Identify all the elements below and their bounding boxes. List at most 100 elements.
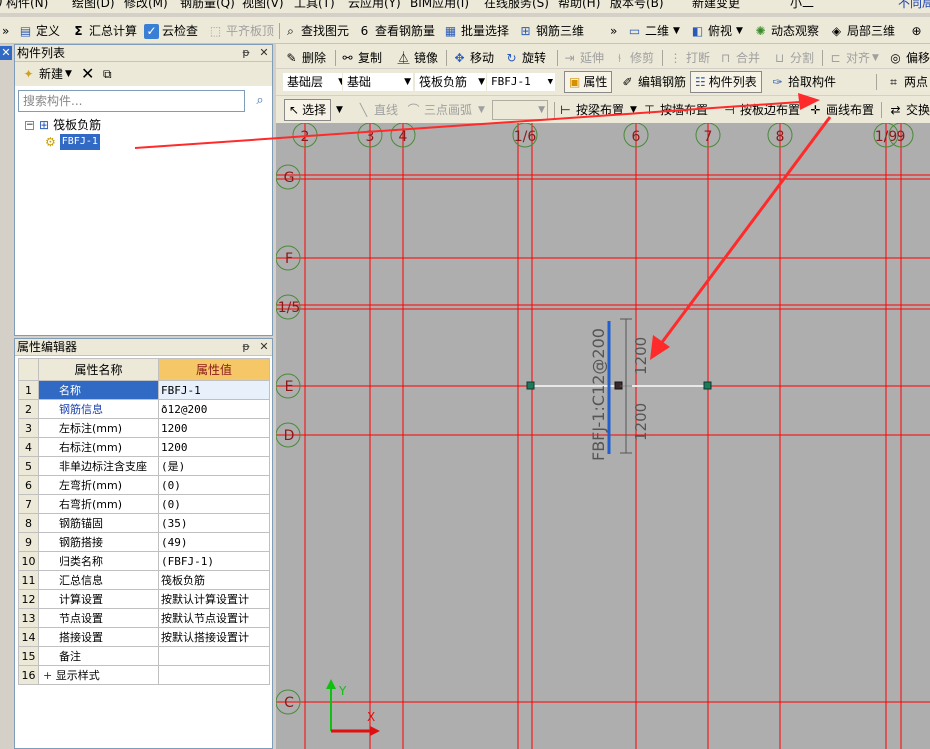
tree-node-fbfj1[interactable]: ⚙ FBFJ-1 — [45, 134, 100, 150]
property-row[interactable]: 10 归类名称 (FBFJ-1) — [18, 551, 270, 571]
menu-rebar[interactable]: 钢筋量(Q) — [180, 0, 235, 11]
two-point-button[interactable]: ⌗ 两点 — [886, 72, 928, 92]
by-slab-edge-button[interactable]: ⊣ 按板边布置 — [722, 100, 800, 120]
mirror-button[interactable]: ⏅ 镜像 — [396, 48, 438, 68]
property-value[interactable]: (49) — [158, 532, 270, 552]
by-wall-button[interactable]: ⊤ 按墙布置 — [642, 100, 708, 120]
property-value[interactable]: (0) — [158, 494, 270, 514]
merge-button[interactable]: ⊓ 合并 — [718, 48, 760, 68]
select-dropdown[interactable]: ▼ — [336, 100, 343, 120]
local-3d-button[interactable]: ◈ 局部三维 — [829, 21, 895, 41]
arc-dropdown[interactable]: ⌒ 三点画弧 ▼ — [406, 100, 484, 120]
property-value[interactable] — [158, 646, 270, 666]
edit-rebar-button[interactable]: ✐ 编辑钢筋 — [620, 72, 686, 92]
property-row[interactable]: 8 钢筋锚固 (35) — [18, 513, 270, 533]
delete-icon[interactable]: ✕ — [81, 64, 94, 84]
draw-line-button[interactable]: ✛ 画线布置 — [808, 100, 874, 120]
toolbar-chevron-2[interactable]: » — [610, 21, 617, 41]
property-value[interactable] — [158, 665, 270, 685]
move-button[interactable]: ✥ 移动 — [452, 48, 494, 68]
property-row[interactable]: 1 名称 FBFJ-1 — [18, 380, 270, 400]
copy-icon[interactable]: ⧉ — [103, 64, 112, 84]
new-component-button[interactable]: ✦ 新建 ▼ — [21, 64, 71, 84]
property-value[interactable]: ð12@200 — [158, 399, 270, 419]
search-icon[interactable]: ⌕ — [249, 90, 271, 112]
copy-button[interactable]: ⚯ 复制 — [340, 48, 382, 68]
property-value[interactable]: 按默认节点设置计 — [158, 608, 270, 628]
menu-new-change[interactable]: 新建变更 — [692, 0, 740, 11]
menu-diff[interactable]: 不同局 — [898, 0, 930, 11]
property-value[interactable]: (FBFJ-1) — [158, 551, 270, 571]
property-value[interactable]: 筏板负筋 — [158, 570, 270, 590]
menu-online[interactable]: 在线服务(S) — [484, 0, 549, 11]
sum-calc-button[interactable]: Σ 汇总计算 — [71, 21, 137, 41]
property-value[interactable]: FBFJ-1 — [158, 380, 270, 400]
property-row[interactable]: 9 钢筋搭接 (49) — [18, 532, 270, 552]
dynamic-view-button[interactable]: ✺ 动态观察 — [753, 21, 819, 41]
property-row[interactable]: 13 节点设置 按默认节点设置计 — [18, 608, 270, 628]
property-row[interactable]: 12 计算设置 按默认计算设置计 — [18, 589, 270, 609]
rebar-grip-right[interactable] — [703, 381, 712, 390]
property-row[interactable]: 15 备注 — [18, 646, 270, 666]
property-row[interactable]: 7 右弯折(mm) (0) — [18, 494, 270, 514]
menu-cloud[interactable]: 云应用(Y) — [348, 0, 401, 11]
swap-button[interactable]: ⇄ 交换 — [888, 100, 930, 120]
menu-modify[interactable]: 修改(M) — [124, 0, 168, 11]
view-2d-dropdown[interactable]: ▭ 二维 ▼ — [627, 21, 680, 41]
menu-version[interactable]: 版本号(B) — [610, 0, 664, 11]
property-row[interactable]: 3 左标注(mm) 1200 — [18, 418, 270, 438]
menu-view[interactable]: 视图(V) — [242, 0, 284, 11]
search-input[interactable]: 搜索构件... — [18, 90, 245, 112]
define-button[interactable]: ▤ 定义 — [18, 21, 60, 41]
drawing-canvas[interactable]: 2 3 4 1/6 6 7 8 1/9 9 G F 1/5 E D C FBFJ-1:C12@200 120… — [276, 123, 930, 749]
property-row[interactable]: 11 汇总信息 筏板负筋 — [18, 570, 270, 590]
property-row[interactable]: 6 左弯折(mm) (0) — [18, 475, 270, 495]
line-button[interactable]: ╲ 直线 — [356, 100, 398, 120]
menu-component[interactable]: 构件(N) — [6, 0, 48, 11]
property-row[interactable]: 2 钢筋信息 ð12@200 — [18, 399, 270, 419]
category-select[interactable]: 基础 ▼ — [342, 72, 414, 92]
select-button[interactable]: ↖ 选择 — [284, 99, 332, 121]
property-value[interactable]: 按默认计算设置计 — [158, 589, 270, 609]
menu-user[interactable]: 小二 — [790, 0, 814, 11]
menu-help[interactable]: 帮助(H) — [558, 0, 600, 11]
delete-button[interactable]: ✎ 删除 — [284, 48, 326, 68]
menu-tools[interactable]: 工具(T) — [294, 0, 335, 11]
property-row[interactable]: 4 右标注(mm) 1200 — [18, 437, 270, 457]
trim-button[interactable]: ⫮ 修剪 — [612, 48, 654, 68]
cloud-check-button[interactable]: ✓ 云检查 — [144, 21, 198, 41]
close-icon[interactable]: ✕ — [257, 340, 271, 354]
batch-select-button[interactable]: ▦ 批量选择 — [443, 21, 509, 41]
property-value[interactable]: 1200 — [158, 418, 270, 438]
property-value[interactable]: (是) — [158, 456, 270, 476]
find-element-button[interactable]: ⌕ 查找图元 — [283, 21, 349, 41]
property-value[interactable]: (35) — [158, 513, 270, 533]
tree-node-root[interactable]: − ⊞ 筏板负筋 — [25, 117, 101, 133]
rotate-button[interactable]: ↻ 旋转 — [504, 48, 546, 68]
property-value[interactable]: 按默认搭接设置计 — [158, 627, 270, 647]
close-icon[interactable]: ✕ — [0, 46, 12, 60]
pin-icon[interactable]: ᵽ — [239, 340, 253, 354]
break-button[interactable]: ⋮ 打断 — [668, 48, 711, 68]
align-dropdown[interactable]: ⊏ 对齐 ▼ — [828, 48, 878, 68]
view-rebar-button[interactable]: 6 查看钢筋量 — [357, 21, 435, 41]
property-value[interactable]: (0) — [158, 475, 270, 495]
menu-draw[interactable]: 绘图(D) — [72, 0, 115, 11]
menu-bim[interactable]: BIM应用(I) — [410, 0, 469, 11]
component-select[interactable]: FBFJ-1 ▼ — [486, 72, 556, 92]
arc-option-select[interactable]: ▼ — [492, 100, 548, 120]
toolbar-chevron[interactable]: » — [2, 21, 9, 41]
property-row[interactable]: 16 + 显示样式 — [18, 665, 270, 685]
component-list-button[interactable]: ☷ 构件列表 — [690, 71, 762, 93]
rebar-3d-button[interactable]: ⊞ 钢筋三维 — [518, 21, 584, 41]
split-button[interactable]: ⊔ 分割 — [772, 48, 814, 68]
offset-button[interactable]: ◎ 偏移 — [888, 48, 930, 68]
collapse-icon[interactable]: − — [25, 120, 34, 130]
by-beam-dropdown[interactable]: ⊢ 按梁布置 ▼ — [558, 100, 637, 120]
extend-button[interactable]: ⇥ 延伸 — [562, 48, 604, 68]
property-row[interactable]: 5 非单边标注含支座 (是) — [18, 456, 270, 476]
close-icon[interactable]: ✕ — [257, 46, 271, 60]
property-value[interactable]: 1200 — [158, 437, 270, 457]
rebar-grip-left[interactable] — [526, 381, 535, 390]
pick-component-button[interactable]: ✑ 拾取构件 — [770, 72, 836, 92]
